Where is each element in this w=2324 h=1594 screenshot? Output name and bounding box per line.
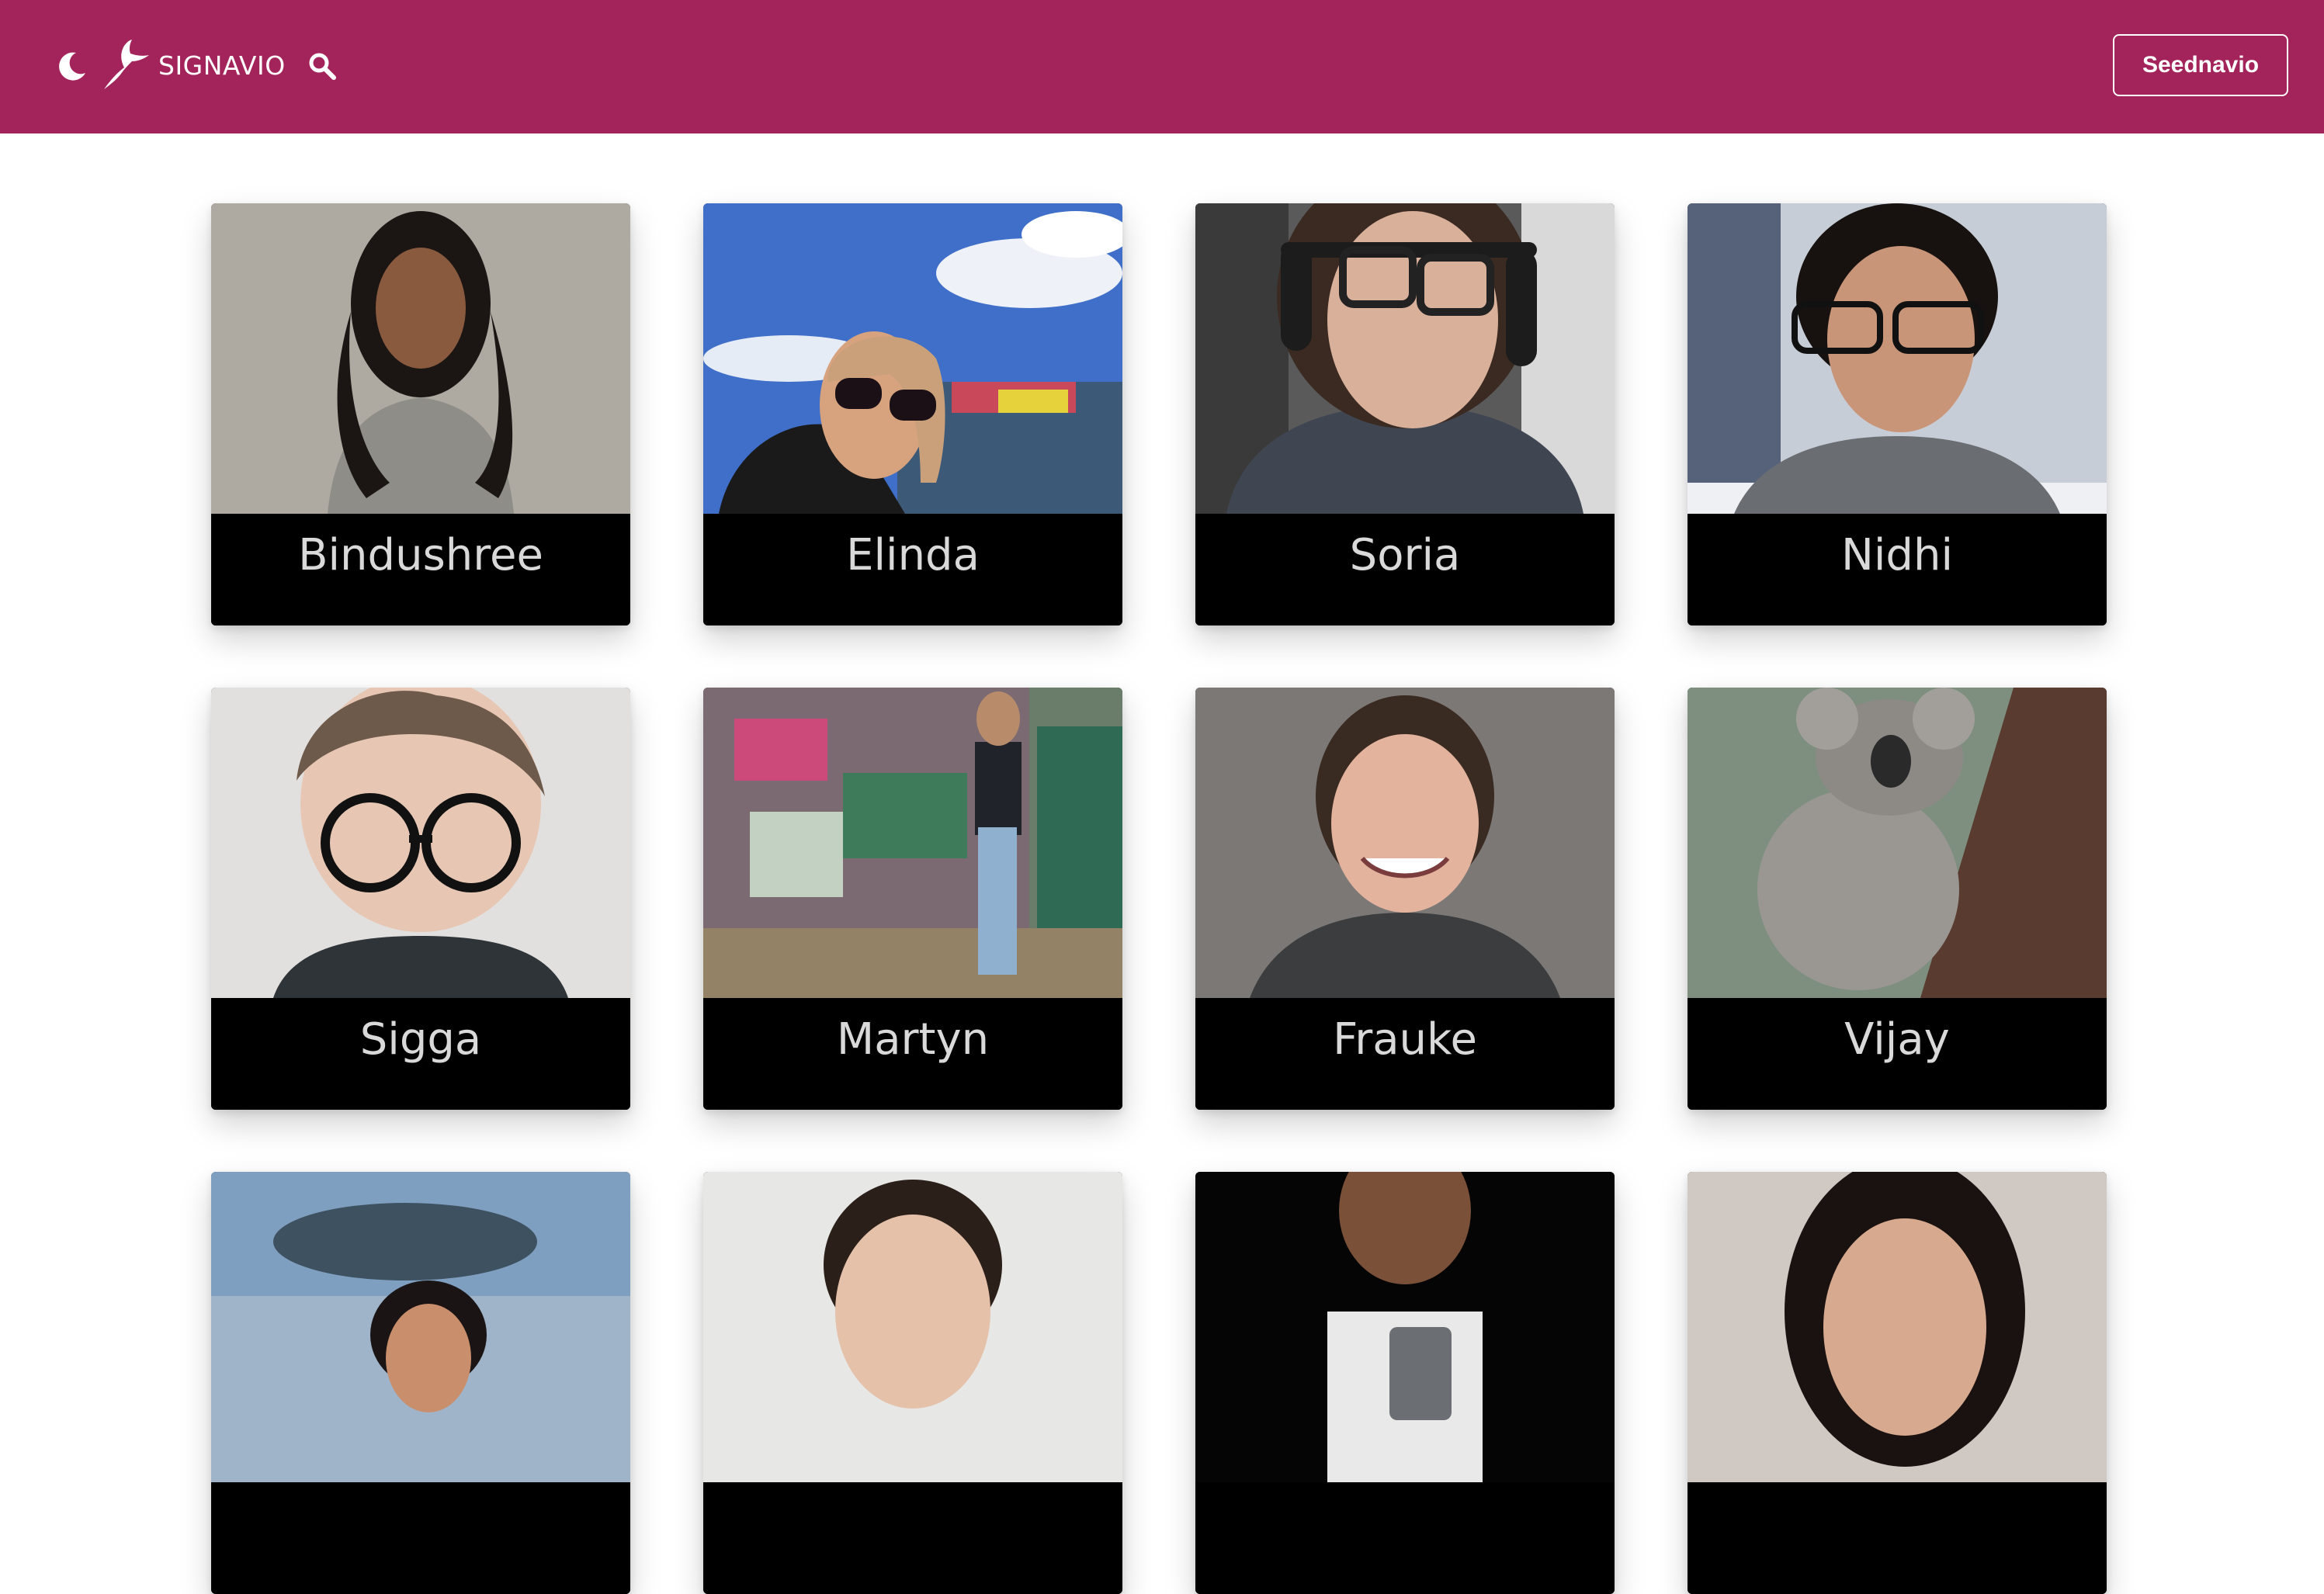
person-name: Martyn xyxy=(703,998,1122,1110)
person-photo xyxy=(1688,1172,2107,1482)
person-photo xyxy=(1195,688,1615,998)
search-icon[interactable] xyxy=(307,51,337,81)
person-photo xyxy=(211,688,630,998)
person-name xyxy=(1195,1482,1615,1594)
person-card[interactable]: Frauke xyxy=(1195,688,1615,1110)
top-navigation-bar: SIGNAVIO Seednavio xyxy=(0,0,2324,133)
person-name: Vijay xyxy=(1688,998,2107,1110)
person-name xyxy=(1688,1482,2107,1594)
person-card[interactable]: Elinda xyxy=(703,203,1122,625)
brand-name: SIGNAVIO xyxy=(158,50,286,81)
person-card[interactable] xyxy=(1688,1172,2107,1594)
person-photo xyxy=(211,1172,630,1482)
gazelle-logo-icon xyxy=(104,40,149,89)
moon-icon[interactable] xyxy=(56,50,88,82)
seednavio-button[interactable]: Seednavio xyxy=(2113,34,2288,96)
person-name: Bindushree xyxy=(211,514,630,625)
person-card[interactable]: Nidhi xyxy=(1688,203,2107,625)
person-card[interactable]: Bindushree xyxy=(211,203,630,625)
person-card[interactable] xyxy=(211,1172,630,1594)
person-name xyxy=(211,1482,630,1594)
person-name: Soria xyxy=(1195,514,1615,625)
person-card[interactable]: Martyn xyxy=(703,688,1122,1110)
person-name: Frauke xyxy=(1195,998,1615,1110)
person-name: Sigga xyxy=(211,998,630,1110)
person-photo xyxy=(703,1172,1122,1482)
person-name: Elinda xyxy=(703,514,1122,625)
person-photo xyxy=(211,203,630,514)
person-photo xyxy=(703,203,1122,514)
signavio-logo[interactable]: SIGNAVIO xyxy=(101,37,286,93)
person-name xyxy=(703,1482,1122,1594)
person-name: Nidhi xyxy=(1688,514,2107,625)
person-photo xyxy=(1195,1172,1615,1482)
person-card[interactable]: Soria xyxy=(1195,203,1615,625)
person-photo xyxy=(1195,203,1615,514)
person-card[interactable]: Sigga xyxy=(211,688,630,1110)
person-photo xyxy=(1688,688,2107,998)
person-photo xyxy=(1688,203,2107,514)
person-card[interactable] xyxy=(703,1172,1122,1594)
person-card[interactable]: Vijay xyxy=(1688,688,2107,1110)
person-card[interactable] xyxy=(1195,1172,1615,1594)
person-photo xyxy=(703,688,1122,998)
